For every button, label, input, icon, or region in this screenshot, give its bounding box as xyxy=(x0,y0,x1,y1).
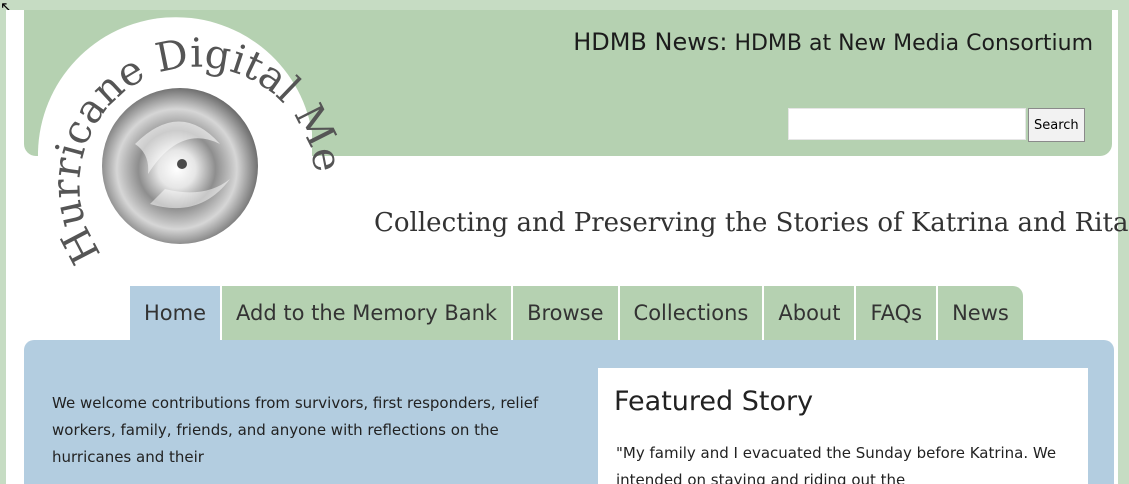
featured-story-panel: Featured Story "My family and I evacuate… xyxy=(598,368,1088,484)
nav-item-faqs[interactable]: FAQs xyxy=(856,286,939,340)
nav-item-home[interactable]: Home xyxy=(130,286,223,340)
news-ticker[interactable]: HDMB News: HDMB at New Media Consortium xyxy=(573,28,1093,56)
news-headline-link[interactable]: HDMB at New Media Consortium xyxy=(734,31,1093,56)
nav-item-news[interactable]: News xyxy=(938,286,1023,340)
nav-item-add-to-memory-bank[interactable]: Add to the Memory Bank xyxy=(222,286,514,340)
search-input[interactable] xyxy=(788,108,1026,140)
main-nav: Home Add to the Memory Bank Browse Colle… xyxy=(130,286,1023,340)
search-button[interactable]: Search xyxy=(1028,108,1085,142)
nav-item-browse[interactable]: Browse xyxy=(513,286,620,340)
nav-item-about[interactable]: About xyxy=(764,286,857,340)
featured-story-excerpt: "My family and I evacuated the Sunday be… xyxy=(616,444,1057,484)
search-form: Search xyxy=(788,108,1085,142)
site-logo[interactable]: Hurricane Digital Memory Bank xyxy=(30,4,340,274)
nav-item-collections[interactable]: Collections xyxy=(619,286,765,340)
featured-story-heading: Featured Story xyxy=(614,386,814,417)
news-label: HDMB News: xyxy=(573,28,728,56)
welcome-text: We welcome contributions from survivors,… xyxy=(52,394,539,466)
site-tagline: Collecting and Preserving the Stories of… xyxy=(374,208,1129,238)
